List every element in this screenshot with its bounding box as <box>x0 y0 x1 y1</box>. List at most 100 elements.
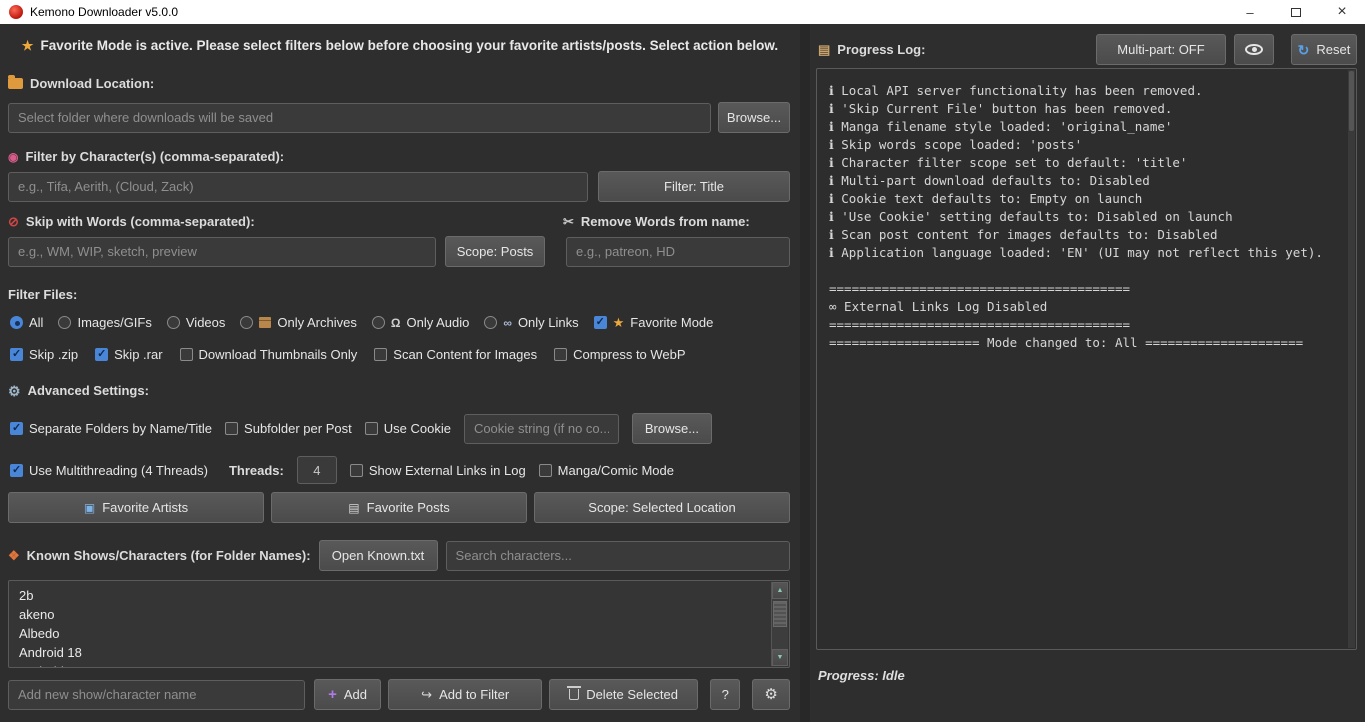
log-line: ℹ Scan post content for images defaults … <box>829 226 1344 244</box>
known-characters-label: ❖ Known Shows/Characters (for Folder Nam… <box>8 548 311 563</box>
settings-button[interactable]: ⚙ <box>752 679 790 710</box>
known-characters-row: ❖ Known Shows/Characters (for Folder Nam… <box>8 540 790 571</box>
cookie-string-input[interactable] <box>464 414 619 444</box>
list-item[interactable]: Android 21 <box>19 664 789 668</box>
log-scrollbar[interactable] <box>1348 70 1355 648</box>
panel-splitter[interactable] <box>800 24 810 722</box>
browse-cookie-label: Browse... <box>645 421 699 436</box>
main-settings-panel: ★ Favorite Mode is active. Please select… <box>0 24 800 722</box>
radio-all-label: All <box>29 315 43 330</box>
radio-indicator <box>372 316 385 329</box>
advanced-row-2: Use Multithreading (4 Threads) Threads: … <box>10 456 674 484</box>
skip-words-input[interactable] <box>8 237 436 267</box>
log-line: ======================================== <box>829 280 1344 298</box>
favorite-mode-checkbox[interactable]: ★ Favorite Mode <box>594 315 714 330</box>
scroll-up-button[interactable]: ▲ <box>772 582 788 599</box>
progress-log-output[interactable]: ℹ Local API server functionality has bee… <box>816 68 1357 650</box>
close-button[interactable]: × <box>1319 0 1365 24</box>
add-character-input[interactable] <box>8 680 305 710</box>
help-button[interactable]: ? <box>710 679 740 710</box>
toggle-log-view-button[interactable] <box>1234 34 1274 65</box>
use-cookie-checkbox[interactable]: Use Cookie <box>365 421 451 436</box>
gear-icon: ⚙ <box>8 384 21 398</box>
reset-button[interactable]: ↻ Reset <box>1291 34 1357 65</box>
add-to-filter-label: Add to Filter <box>439 687 509 702</box>
delete-selected-button[interactable]: Delete Selected <box>549 679 698 710</box>
add-to-filter-icon: ↪ <box>421 688 432 701</box>
eye-icon <box>1245 44 1263 55</box>
known-characters-list[interactable]: 2b akeno Albedo Android 18 Android 21 ▲ … <box>8 580 790 668</box>
add-label: Add <box>344 687 367 702</box>
filter-scope-label: Filter: Title <box>664 179 724 194</box>
list-item[interactable]: 2b <box>19 588 789 607</box>
list-item[interactable]: akeno <box>19 607 789 626</box>
log-line: ℹ Multi-part download defaults to: Disab… <box>829 172 1344 190</box>
list-scrollbar[interactable]: ▲ ▼ <box>771 582 788 666</box>
radio-indicator <box>58 316 71 329</box>
download-location-label-text: Download Location: <box>30 76 154 91</box>
scroll-thumb[interactable] <box>773 601 787 627</box>
log-line: ℹ Skip words scope loaded: 'posts' <box>829 136 1344 154</box>
download-location-input[interactable] <box>8 103 711 133</box>
download-location-row: Browse... <box>8 102 790 133</box>
minimize-button[interactable]: – <box>1227 0 1273 24</box>
log-line <box>829 262 1344 280</box>
scope-location-button[interactable]: Scope: Selected Location <box>534 492 790 523</box>
browse-download-button[interactable]: Browse... <box>718 102 790 133</box>
scan-content-checkbox[interactable]: Scan Content for Images <box>374 347 537 362</box>
open-known-txt-button[interactable]: Open Known.txt <box>319 540 438 571</box>
browse-cookie-button[interactable]: Browse... <box>632 413 712 444</box>
download-location-label: Download Location: <box>8 76 154 91</box>
multipart-toggle-button[interactable]: Multi-part: OFF <box>1096 34 1226 65</box>
scroll-track[interactable] <box>772 599 788 649</box>
favorite-mode-label: Favorite Mode <box>630 315 713 330</box>
skip-zip-checkbox[interactable]: Skip .zip <box>10 347 78 362</box>
chevron-up-icon: ▲ <box>777 587 784 594</box>
skip-scope-button[interactable]: Scope: Posts <box>445 236 545 267</box>
checkbox-indicator <box>95 348 108 361</box>
skip-words-label: ⊘ Skip with Words (comma-separated): <box>8 214 255 229</box>
checkbox-indicator <box>10 464 23 477</box>
remove-words-input[interactable] <box>566 237 790 267</box>
threads-input[interactable] <box>297 456 337 484</box>
radio-only-links[interactable]: ∞ Only Links <box>484 315 578 330</box>
app-logo-icon <box>9 5 23 19</box>
filter-scope-button[interactable]: Filter: Title <box>598 171 790 202</box>
separate-folders-checkbox[interactable]: Separate Folders by Name/Title <box>10 421 212 436</box>
skip-rar-checkbox[interactable]: Skip .rar <box>95 347 162 362</box>
radio-images-gifs[interactable]: Images/GIFs <box>58 315 151 330</box>
list-item[interactable]: Android 18 <box>19 645 789 664</box>
log-scroll-thumb[interactable] <box>1349 71 1354 131</box>
radio-videos-label: Videos <box>186 315 226 330</box>
scroll-down-button[interactable]: ▼ <box>772 649 788 666</box>
compress-webp-checkbox[interactable]: Compress to WebP <box>554 347 685 362</box>
log-line: ℹ Character filter scope set to default:… <box>829 154 1344 172</box>
add-to-filter-button[interactable]: ↪ Add to Filter <box>388 679 541 710</box>
maximize-button[interactable] <box>1273 0 1319 24</box>
list-item[interactable]: Albedo <box>19 626 789 645</box>
action-buttons-row: ▣ Favorite Artists ▤ Favorite Posts Scop… <box>8 492 790 523</box>
character-filter-row: Filter: Title <box>8 171 790 202</box>
progress-log-title-text: Progress Log: <box>837 42 925 57</box>
log-line: ℹ Manga filename style loaded: 'original… <box>829 118 1344 136</box>
add-button[interactable]: + Add <box>314 679 382 710</box>
radio-only-archives[interactable]: Only Archives <box>240 315 356 330</box>
favorite-posts-button[interactable]: ▤ Favorite Posts <box>271 492 527 523</box>
favorite-artists-button[interactable]: ▣ Favorite Artists <box>8 492 264 523</box>
radio-only-audio[interactable]: Ω Only Audio <box>372 315 470 330</box>
manga-mode-checkbox[interactable]: Manga/Comic Mode <box>539 463 674 478</box>
delete-selected-label: Delete Selected <box>586 687 678 702</box>
radio-audio-label: Only Audio <box>407 315 470 330</box>
thumbnails-only-checkbox[interactable]: Download Thumbnails Only <box>180 347 358 362</box>
skip-rar-label: Skip .rar <box>114 347 162 362</box>
show-external-links-checkbox[interactable]: Show External Links in Log <box>350 463 526 478</box>
link-icon: ∞ <box>503 317 512 329</box>
character-add-row: + Add ↪ Add to Filter Delete Selected ? … <box>8 679 790 710</box>
character-filter-input[interactable] <box>8 172 588 202</box>
radio-all[interactable]: All <box>10 315 43 330</box>
filter-files-label: Filter Files: <box>8 287 77 302</box>
search-characters-input[interactable] <box>446 541 790 571</box>
subfolder-per-post-checkbox[interactable]: Subfolder per Post <box>225 421 352 436</box>
radio-videos[interactable]: Videos <box>167 315 226 330</box>
multithreading-checkbox[interactable]: Use Multithreading (4 Threads) <box>10 463 208 478</box>
